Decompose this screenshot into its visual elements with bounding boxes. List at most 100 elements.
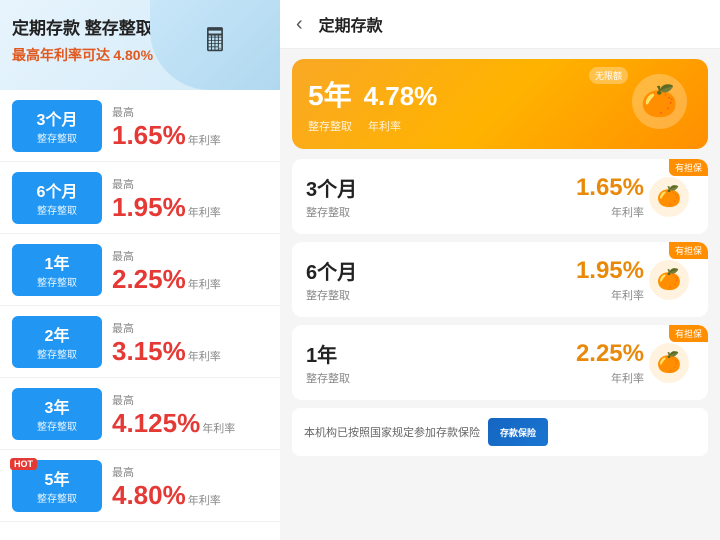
mascot-icon: 🍊 [649, 177, 689, 217]
hot-badge: HOT [10, 458, 37, 470]
featured-info: 5年 4.78% 整存整取 年利率 [308, 74, 632, 134]
list-item[interactable]: HOT 5年 整存整取 最高 4.80% 年利率 [0, 450, 280, 522]
mascot-icon: 🍊 [632, 74, 687, 129]
right-item-info: 6个月 整存整取 [306, 256, 576, 303]
rate-unit: 年利率 [202, 420, 235, 436]
type-text: 整存整取 [37, 202, 77, 217]
insurance-logo: 存款保险 [488, 418, 548, 446]
right-mascot: 🍊 [644, 343, 694, 383]
header-bg-decoration: 🖩 [150, 0, 280, 90]
list-item[interactable]: 3个月 整存整取 最高 1.65% 年利率 [0, 90, 280, 162]
rate-section: 最高 4.80% 年利率 [112, 464, 268, 508]
right-list-item[interactable]: 1年 整存整取 2.25% 年利率 🍊 有担保 [292, 325, 708, 400]
featured-rate: 4.78% [364, 81, 438, 112]
right-item-info: 3个月 整存整取 [306, 173, 576, 220]
term-text: 1年 [45, 250, 70, 274]
right-list-item[interactable]: 6个月 整存整取 1.95% 年利率 🍊 有担保 [292, 242, 708, 317]
left-panel: 🖩 定期存款 整存整取 最高年利率可达 4.80% 3个月 整存整取 最高 1.… [0, 0, 280, 540]
right-header: ‹ 定期存款 [280, 0, 720, 49]
type-text: 整存整取 [37, 490, 77, 505]
max-label: 最高 [112, 392, 268, 408]
back-button[interactable]: ‹ [296, 13, 303, 36]
right-type: 整存整取 [306, 204, 576, 220]
type-text: 整存整取 [37, 418, 77, 433]
rate-value: 4.125% [112, 410, 200, 436]
term-label-5y: HOT 5年 整存整取 [12, 460, 102, 512]
rate-value: 2.25% [112, 266, 186, 292]
right-rate-value: 2.25% [576, 340, 644, 368]
rate-unit: 年利率 [188, 492, 221, 508]
right-title: 定期存款 [319, 12, 383, 36]
product-tag: 有担保 [669, 325, 708, 342]
featured-mascot: 🍊 [632, 74, 692, 134]
rate-value: 3.15% [112, 338, 186, 364]
rate-unit: 年利率 [188, 348, 221, 364]
term-text: 5年 [45, 466, 70, 490]
term-text: 3年 [45, 394, 70, 418]
type-text: 整存整取 [37, 346, 77, 361]
right-term: 3个月 [306, 173, 576, 202]
right-rate-section: 2.25% 年利率 [576, 340, 644, 386]
term-text: 2年 [45, 322, 70, 346]
right-content: 5年 4.78% 整存整取 年利率 无限额 🍊 3个月 整存整取 1.65% [280, 49, 720, 540]
right-rate-value: 1.95% [576, 257, 644, 285]
left-product-list: 3个月 整存整取 最高 1.65% 年利率 6个月 整存整取 最高 1.95% [0, 90, 280, 540]
right-panel: ‹ 定期存款 5年 4.78% 整存整取 年利率 无限额 🍊 [280, 0, 720, 540]
product-tag: 有担保 [669, 159, 708, 176]
term-label-3m: 3个月 整存整取 [12, 100, 102, 152]
rate-unit: 年利率 [188, 132, 221, 148]
right-item-info: 1年 整存整取 [306, 339, 576, 386]
featured-rate-label: 年利率 [368, 118, 401, 134]
list-item[interactable]: 1年 整存整取 最高 2.25% 年利率 [0, 234, 280, 306]
term-label-6m: 6个月 整存整取 [12, 172, 102, 224]
term-label-2y: 2年 整存整取 [12, 316, 102, 368]
max-label: 最高 [112, 104, 268, 120]
right-rate-section: 1.65% 年利率 [576, 174, 644, 220]
list-item[interactable]: 2年 整存整取 最高 3.15% 年利率 [0, 306, 280, 378]
rate-unit: 年利率 [188, 276, 221, 292]
right-rate-value: 1.65% [576, 174, 644, 202]
no-limit-tag: 无限额 [589, 67, 628, 84]
list-item[interactable]: 6个月 整存整取 最高 1.95% 年利率 [0, 162, 280, 234]
rate-unit: 年利率 [188, 204, 221, 220]
right-rate-label: 年利率 [576, 204, 644, 220]
right-rate-label: 年利率 [576, 370, 644, 386]
insurance-text: 本机构已按照国家规定参加存款保险 [304, 424, 480, 440]
featured-product-card[interactable]: 5年 4.78% 整存整取 年利率 无限额 🍊 [292, 59, 708, 149]
featured-term: 5年 [308, 74, 352, 114]
rate-value: 4.80% [112, 482, 186, 508]
term-label-1y: 1年 整存整取 [12, 244, 102, 296]
term-text: 3个月 [37, 106, 78, 130]
left-header: 🖩 定期存款 整存整取 最高年利率可达 4.80% [0, 0, 280, 90]
right-rate-label: 年利率 [576, 287, 644, 303]
type-text: 整存整取 [37, 130, 77, 145]
subtitle-prefix: 最高年利率可达 [12, 47, 110, 63]
right-term: 6个月 [306, 256, 576, 285]
product-tag: 有担保 [669, 242, 708, 259]
mascot-icon: 🍊 [649, 343, 689, 383]
max-label: 最高 [112, 248, 268, 264]
term-text: 6个月 [37, 178, 78, 202]
right-rate-section: 1.95% 年利率 [576, 257, 644, 303]
rate-section: 最高 1.65% 年利率 [112, 104, 268, 148]
max-label: 最高 [112, 464, 268, 480]
right-type: 整存整取 [306, 370, 576, 386]
right-list-item[interactable]: 3个月 整存整取 1.65% 年利率 🍊 有担保 [292, 159, 708, 234]
rate-value: 1.95% [112, 194, 186, 220]
right-mascot: 🍊 [644, 260, 694, 300]
rate-section: 最高 2.25% 年利率 [112, 248, 268, 292]
featured-term-label: 整存整取 [308, 118, 352, 134]
right-type: 整存整取 [306, 287, 576, 303]
type-text: 整存整取 [37, 274, 77, 289]
list-item[interactable]: 3年 整存整取 最高 4.125% 年利率 [0, 378, 280, 450]
rate-section: 最高 4.125% 年利率 [112, 392, 268, 436]
rate-value: 1.65% [112, 122, 186, 148]
term-label-3y: 3年 整存整取 [12, 388, 102, 440]
calculator-icon: 🖩 [205, 18, 224, 72]
max-label: 最高 [112, 176, 268, 192]
right-mascot: 🍊 [644, 177, 694, 217]
rate-section: 最高 3.15% 年利率 [112, 320, 268, 364]
mascot-icon: 🍊 [649, 260, 689, 300]
insurance-bar: 本机构已按照国家规定参加存款保险 存款保险 [292, 408, 708, 456]
max-rate: 4.80% [113, 47, 153, 63]
